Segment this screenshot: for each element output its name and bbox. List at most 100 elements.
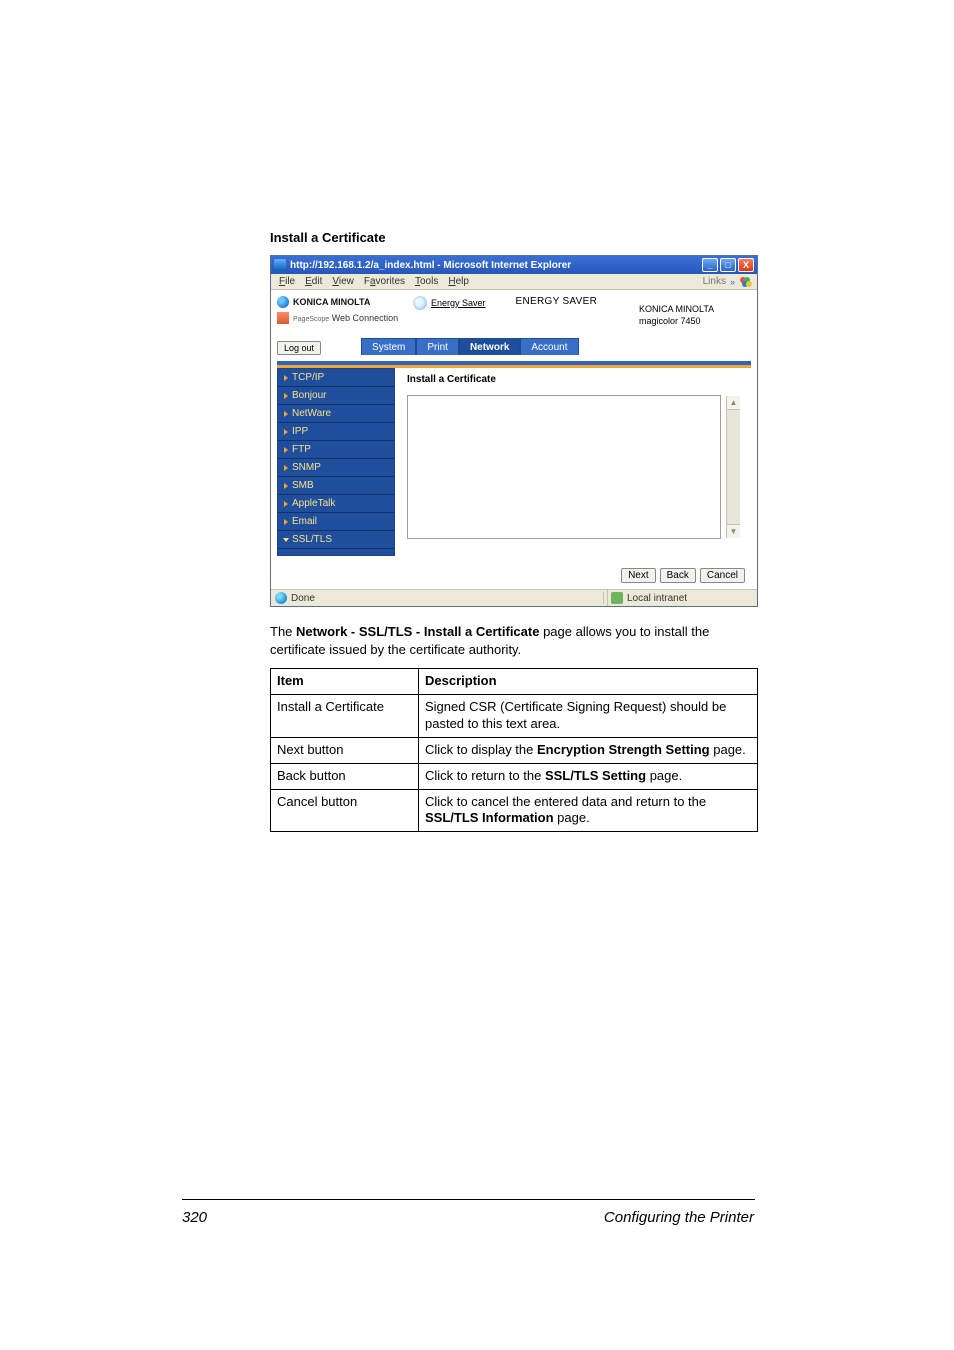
scroll-up-icon[interactable]: ▲ (727, 396, 740, 410)
menu-favorites[interactable]: Favorites (360, 276, 409, 287)
menu-file[interactable]: File (275, 276, 299, 287)
app-header: KONICA MINOLTA PageScope Web Connection … (271, 290, 757, 336)
sidebar-item-label: SMB (292, 480, 314, 491)
table-row: Next button Click to display the Encrypt… (271, 737, 758, 763)
footer-rule (182, 1199, 755, 1200)
sidebar-item-ipp[interactable]: IPP (278, 423, 394, 441)
links-chevron-icon[interactable]: » (730, 277, 735, 287)
menu-help[interactable]: Help (444, 276, 473, 287)
table-row: Back button Click to return to the SSL/T… (271, 763, 758, 789)
textarea-scrollbar[interactable]: ▲ ▼ (726, 396, 740, 538)
arrow-right-icon (284, 393, 288, 399)
sidebar-item-label: Bonjour (292, 390, 326, 401)
menu-edit[interactable]: Edit (301, 276, 326, 287)
intranet-zone-icon (611, 592, 623, 604)
cancel-button[interactable]: Cancel (700, 568, 745, 583)
menubar: File Edit View Favorites Tools Help Link… (271, 274, 757, 290)
page-number: 320 (182, 1209, 207, 1226)
status-separator (603, 592, 604, 604)
tab-print[interactable]: Print (416, 338, 459, 355)
sidebar-item-label: AppleTalk (292, 498, 335, 509)
arrow-right-icon (284, 483, 288, 489)
arrow-right-icon (284, 519, 288, 525)
pagescope-label: PageScope (293, 316, 329, 323)
cell-item: Next button (271, 737, 419, 763)
sidebar-item-label: NetWare (292, 408, 331, 419)
menu-view[interactable]: View (328, 276, 358, 287)
webconnection-label: Web Connection (332, 313, 398, 323)
content-heading: Install a Certificate (407, 374, 741, 385)
sidebar-item-tcpip[interactable]: TCP/IP (278, 369, 394, 387)
model-name: magicolor 7450 (639, 316, 739, 328)
sidebar-item-email[interactable]: Email (278, 513, 394, 531)
brand-name: KONICA MINOLTA (293, 297, 370, 307)
arrow-right-icon (284, 375, 288, 381)
desc-bold: Network - SSL/TLS - Install a Certificat… (296, 624, 539, 639)
energy-saver-icon (413, 296, 427, 310)
titlebar: http://192.168.1.2/a_index.html - Micros… (271, 256, 757, 274)
arrow-right-icon (284, 447, 288, 453)
globe-icon (277, 296, 289, 308)
description-paragraph: The Network - SSL/TLS - Install a Certif… (270, 623, 758, 658)
sidebar-item-label: SNMP (292, 462, 321, 473)
sidebar-item-appletalk[interactable]: AppleTalk (278, 495, 394, 513)
button-row: Next Back Cancel (271, 556, 757, 589)
cell-item: Back button (271, 763, 419, 789)
arrow-right-icon (284, 465, 288, 471)
maker-name: KONICA MINOLTA (639, 304, 739, 316)
section-title: Install a Certificate (270, 230, 758, 245)
minimize-button[interactable]: _ (702, 258, 718, 272)
sidebar-item-ftp[interactable]: FTP (278, 441, 394, 459)
energy-saver-link[interactable]: Energy Saver (431, 298, 486, 308)
logout-button[interactable]: Log out (277, 341, 321, 355)
cell-desc: Signed CSR (Certificate Signing Request)… (419, 694, 758, 737)
arrow-down-icon (283, 538, 289, 542)
cell-desc: Click to cancel the entered data and ret… (419, 789, 758, 832)
sidebar-item-label: TCP/IP (292, 372, 324, 383)
sidebar-item-bonjour[interactable]: Bonjour (278, 387, 394, 405)
done-icon (275, 592, 287, 604)
links-label: Links (703, 276, 726, 287)
cell-desc: Click to display the Encryption Strength… (419, 737, 758, 763)
next-button[interactable]: Next (621, 568, 656, 583)
cell-desc: Click to return to the SSL/TLS Setting p… (419, 763, 758, 789)
info-table: Item Description Install a Certificate S… (270, 668, 758, 832)
arrow-right-icon (284, 429, 288, 435)
arrow-right-icon (284, 411, 288, 417)
tab-network[interactable]: Network (459, 338, 520, 355)
maximize-button[interactable]: □ (720, 258, 736, 272)
tab-system[interactable]: System (361, 338, 416, 355)
table-row: Cancel button Click to cancel the entere… (271, 789, 758, 832)
menu-tools[interactable]: Tools (411, 276, 442, 287)
tab-bar: System Print Network Account (361, 338, 579, 355)
close-button[interactable]: X (738, 258, 754, 272)
status-done: Done (291, 593, 315, 604)
sidebar: TCP/IP Bonjour NetWare IPP FTP SNMP SMB … (277, 368, 395, 556)
arrow-right-icon (284, 501, 288, 507)
sidebar-item-label: Email (292, 516, 317, 527)
pagescope-icon (277, 312, 289, 324)
sidebar-item-label: IPP (292, 426, 308, 437)
msn-icon[interactable] (739, 276, 753, 288)
energy-saver-heading: ENERGY SAVER (516, 296, 598, 307)
sidebar-item-label: FTP (292, 444, 311, 455)
status-bar: Done Local intranet (271, 589, 757, 606)
sidebar-item-snmp[interactable]: SNMP (278, 459, 394, 477)
ie-icon (274, 259, 286, 271)
window-title: http://192.168.1.2/a_index.html - Micros… (290, 260, 702, 271)
back-button[interactable]: Back (660, 568, 696, 583)
sidebar-item-netware[interactable]: NetWare (278, 405, 394, 423)
browser-window: http://192.168.1.2/a_index.html - Micros… (270, 255, 758, 607)
footer-title: Configuring the Printer (604, 1209, 754, 1226)
table-row: Install a Certificate Signed CSR (Certif… (271, 694, 758, 737)
certificate-textarea[interactable] (407, 395, 721, 539)
sidebar-item-ssltls[interactable]: SSL/TLS (278, 531, 394, 549)
cell-item: Cancel button (271, 789, 419, 832)
sidebar-item-smb[interactable]: SMB (278, 477, 394, 495)
status-zone: Local intranet (627, 593, 687, 604)
desc-pre: The (270, 624, 296, 639)
scroll-down-icon[interactable]: ▼ (727, 524, 740, 538)
tab-account[interactable]: Account (520, 338, 578, 355)
th-desc: Description (419, 669, 758, 695)
sidebar-item-label: SSL/TLS (292, 534, 332, 545)
